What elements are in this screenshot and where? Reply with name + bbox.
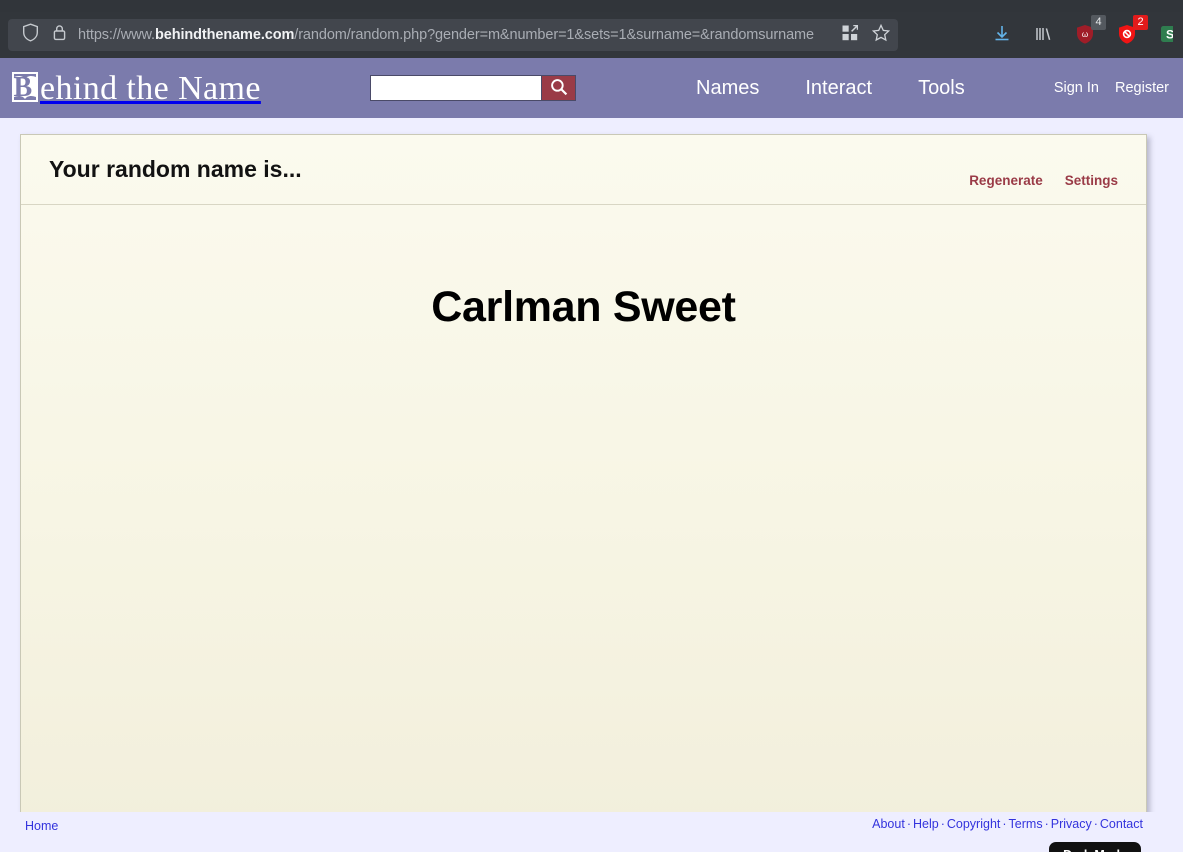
footer-separator: · [1044, 817, 1049, 831]
page-title: Your random name is... [49, 156, 302, 182]
footer-about-link[interactable]: About [872, 817, 905, 831]
site-logo[interactable]: B ehind the Name [10, 58, 370, 118]
browser-chrome: https://www.behindthename.com/random/ran… [0, 0, 1183, 58]
register-link[interactable]: Register [1115, 80, 1169, 96]
footer-separator: · [1002, 817, 1007, 831]
site-header: B ehind the Name Names Interact Tools Si… [0, 58, 1183, 118]
svg-text:S: S [1166, 28, 1173, 42]
content-panel-actions: Regenerate Settings [969, 151, 1118, 188]
site-footer: Home About · Help · Copyright · Terms · Privacy ·… [0, 812, 1183, 852]
search-button[interactable] [542, 75, 576, 101]
search-icon [550, 78, 568, 99]
footer-privacy-link[interactable]: Privacy [1051, 817, 1092, 831]
footer-separator: · [906, 817, 911, 831]
bookmark-star-icon[interactable] [871, 23, 891, 47]
address-bar-url[interactable]: https://www.behindthename.com/random/ran… [78, 19, 832, 51]
logo-book-initial-icon: B [10, 70, 40, 106]
footer-separator: · [940, 817, 945, 831]
extension-shield-badge: 4 [1091, 15, 1106, 30]
svg-text:ω: ω [1082, 30, 1088, 39]
footer-home-link[interactable]: Home [25, 819, 58, 833]
footer-separator: · [1093, 817, 1098, 831]
browser-tab-strip [0, 0, 1183, 12]
account-navigation: Sign In Register [1054, 80, 1169, 96]
browser-navigation-bar: https://www.behindthename.com/random/ran… [0, 12, 1183, 58]
address-bar[interactable]: https://www.behindthename.com/random/ran… [8, 19, 898, 51]
tracking-protection-shield-icon[interactable] [22, 23, 39, 47]
random-name-result: Carlman Sweet [431, 283, 736, 331]
site-search [370, 75, 576, 101]
nav-item-tools[interactable]: Tools [918, 77, 965, 100]
content-panel-body: Carlman Sweet [21, 205, 1146, 825]
footer-copyright-link[interactable]: Copyright [947, 817, 1001, 831]
content-panel: Your random name is... Regenerate Settin… [20, 134, 1147, 826]
nav-item-names[interactable]: Names [696, 77, 759, 100]
extension-s-icon[interactable]: S [1159, 23, 1173, 47]
url-path: /random/random.php?gender=m&number=1&set… [294, 27, 814, 43]
nav-item-interact[interactable]: Interact [805, 77, 872, 100]
library-icon[interactable] [1033, 23, 1055, 47]
settings-link[interactable]: Settings [1065, 173, 1118, 188]
extension-blocker-badge: 2 [1133, 15, 1148, 30]
sign-in-link[interactable]: Sign In [1054, 80, 1099, 96]
footer-help-link[interactable]: Help [913, 817, 939, 831]
browser-toolbar-icons: ω 4 2 S [991, 15, 1175, 47]
footer-terms-link[interactable]: Terms [1009, 817, 1043, 831]
content-panel-header: Your random name is... Regenerate Settin… [21, 135, 1146, 205]
footer-contact-link[interactable]: Contact [1100, 817, 1143, 831]
url-scheme: https://www. [78, 27, 155, 43]
address-bar-actions [832, 23, 891, 47]
footer-right: About · Help · Copyright · Terms · Privacy · Conta… [872, 817, 1143, 831]
downloads-icon[interactable] [991, 23, 1013, 47]
lock-icon[interactable] [53, 24, 66, 46]
page-area: Your random name is... Regenerate Settin… [0, 118, 1183, 826]
footer-row: Home About · Help · Copyright · Terms · Privacy ·… [25, 817, 1143, 835]
regenerate-link[interactable]: Regenerate [969, 173, 1043, 188]
dark-mode-button[interactable]: Dark Mode [1049, 842, 1141, 852]
main-navigation: Names Interact Tools [696, 77, 965, 100]
extension-blocker-icon[interactable]: 2 [1117, 15, 1148, 47]
extension-shield-icon[interactable]: ω 4 [1075, 15, 1106, 47]
search-input[interactable] [370, 75, 542, 101]
site-logo-text: B ehind the Name [10, 70, 261, 106]
url-host: behindthename.com [154, 27, 295, 43]
reader-view-icon[interactable] [842, 24, 859, 46]
svg-text:B: B [13, 72, 32, 103]
footer-left: Home [25, 817, 58, 835]
site-logo-label: ehind the Name [40, 70, 261, 107]
